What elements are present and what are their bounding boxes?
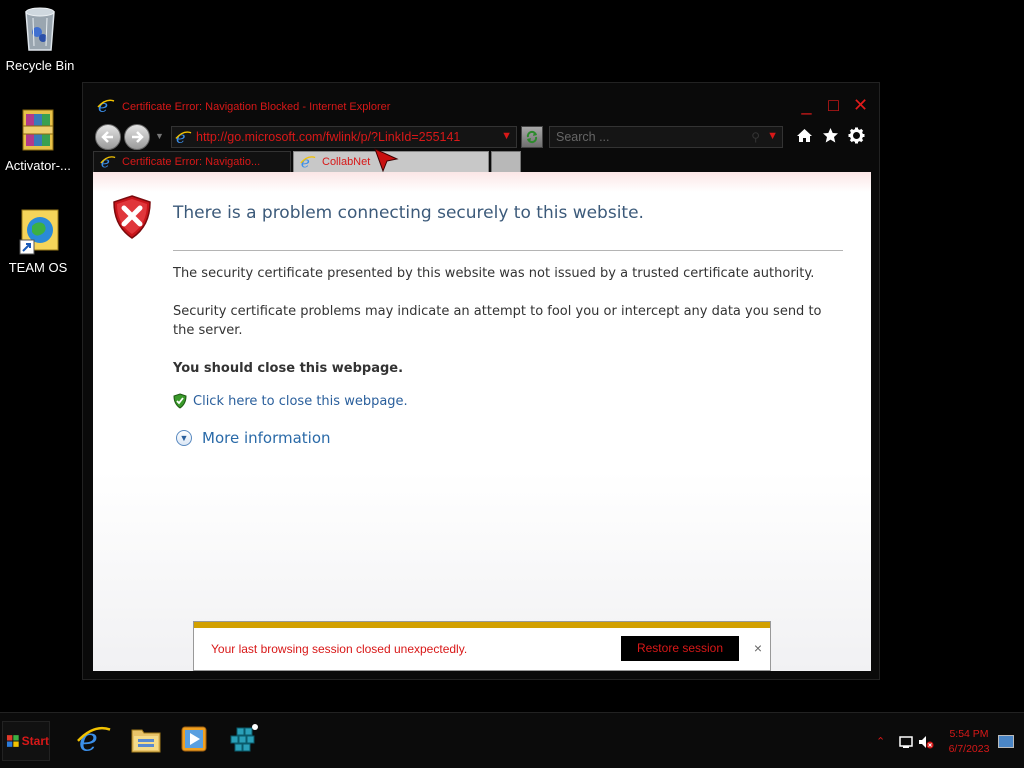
tab-page-icon: e bbox=[300, 153, 316, 171]
taskbar-cube-app[interactable] bbox=[222, 721, 266, 761]
globe-shortcut-icon bbox=[18, 208, 59, 256]
clock-time: 5:54 PM bbox=[949, 728, 989, 740]
tab-certificate-error[interactable]: e Certificate Error: Navigatio... bbox=[93, 151, 291, 173]
refresh-icon bbox=[526, 130, 538, 144]
taskbar-internet-explorer[interactable]: e bbox=[72, 720, 116, 761]
certificate-explanation: The security certificate presented by th… bbox=[173, 266, 815, 281]
svg-text:e: e bbox=[79, 722, 98, 756]
back-button[interactable] bbox=[95, 124, 121, 150]
navigation-bar: ▼ e http://go.microsoft.com/fwlink/p/?Li… bbox=[83, 121, 879, 151]
desktop-icon-team-os[interactable]: TEAM OS bbox=[0, 208, 78, 275]
minimize-button[interactable]: _ bbox=[798, 96, 815, 114]
desktop-icon-activator[interactable]: Activator-... bbox=[0, 106, 78, 173]
recommendation: You should close this webpage. bbox=[173, 361, 404, 376]
action-center-flag-icon[interactable] bbox=[898, 735, 914, 749]
internet-explorer-window: e Certificate Error: Navigation Blocked … bbox=[82, 82, 880, 680]
close-button[interactable]: ✕ bbox=[852, 96, 869, 114]
restore-session-button[interactable]: Restore session bbox=[621, 636, 739, 661]
address-bar[interactable]: e http://go.microsoft.com/fwlink/p/?Link… bbox=[171, 126, 517, 148]
window-title: Certificate Error: Navigation Blocked - … bbox=[122, 101, 391, 113]
taskbar-file-explorer[interactable] bbox=[124, 721, 168, 761]
maximize-button[interactable]: □ bbox=[825, 96, 842, 114]
desktop-icon-label: TEAM OS bbox=[8, 260, 68, 275]
tools-gear-icon[interactable] bbox=[848, 127, 865, 149]
compatibility-refresh-button[interactable] bbox=[521, 126, 543, 148]
address-dropdown-icon[interactable]: ▼ bbox=[501, 130, 512, 142]
page-content: There is a problem connecting securely t… bbox=[93, 172, 871, 671]
internet-explorer-icon: e bbox=[77, 720, 111, 761]
more-information-expander[interactable]: ▼ More information bbox=[176, 429, 331, 447]
security-warning: Security certificate problems may indica… bbox=[173, 304, 822, 338]
close-webpage-text[interactable]: Click here to close this webpage. bbox=[193, 394, 408, 409]
start-button[interactable]: Start bbox=[2, 721, 50, 761]
divider bbox=[173, 250, 843, 251]
forward-button[interactable] bbox=[124, 124, 150, 150]
desktop-icon-recycle-bin[interactable]: Recycle Bin bbox=[0, 6, 80, 73]
more-information-text[interactable]: More information bbox=[202, 429, 331, 447]
clock[interactable]: 5:54 PM 6/7/2023 bbox=[946, 727, 992, 757]
file-explorer-icon bbox=[130, 724, 162, 759]
windows-logo-icon bbox=[6, 735, 19, 747]
desktop-icon-label: Recycle Bin bbox=[5, 58, 75, 73]
chevron-down-icon[interactable]: ▼ bbox=[176, 430, 192, 446]
tab-page-icon: e bbox=[100, 153, 116, 171]
cube-app-icon bbox=[227, 722, 261, 761]
close-notification-button[interactable]: × bbox=[754, 640, 762, 656]
page-icon: e bbox=[175, 128, 192, 147]
media-player-icon bbox=[179, 724, 209, 759]
show-hidden-icons-button[interactable]: ⌃ bbox=[876, 735, 885, 748]
home-icon[interactable] bbox=[796, 127, 813, 149]
recent-pages-dropdown-icon[interactable]: ▼ bbox=[155, 131, 164, 141]
winrar-archive-icon bbox=[18, 106, 58, 154]
volume-muted-icon[interactable] bbox=[918, 735, 934, 749]
title-bar[interactable]: e Certificate Error: Navigation Blocked … bbox=[83, 83, 879, 125]
search-input[interactable]: Search ... bbox=[556, 130, 610, 144]
search-box[interactable]: Search ... ⚲ ▼ bbox=[549, 126, 783, 148]
recycle-bin-icon bbox=[20, 6, 60, 54]
taskbar: Start e ⌃ 5:54 PM 6/7/2023 bbox=[0, 712, 1024, 768]
desktop: Recycle Bin Activator-... TEAM OS e Cert… bbox=[0, 0, 1024, 768]
favorites-star-icon[interactable] bbox=[822, 127, 839, 149]
search-dropdown-icon[interactable]: ▼ bbox=[767, 130, 778, 142]
forward-arrow-icon bbox=[132, 131, 144, 143]
address-url[interactable]: http://go.microsoft.com/fwlink/p/?LinkId… bbox=[196, 130, 460, 144]
desktop-icon-label: Activator-... bbox=[5, 158, 71, 173]
back-arrow-icon bbox=[101, 131, 113, 143]
error-shield-icon bbox=[111, 194, 153, 240]
green-shield-icon bbox=[173, 393, 187, 409]
search-icon[interactable]: ⚲ bbox=[751, 130, 760, 144]
tab-label: Certificate Error: Navigatio... bbox=[122, 156, 261, 168]
new-tab-button[interactable] bbox=[491, 151, 521, 173]
start-label: Start bbox=[21, 734, 49, 748]
notification-bar: Your last browsing session closed unexpe… bbox=[193, 621, 771, 671]
notification-message: Your last browsing session closed unexpe… bbox=[211, 642, 468, 656]
tab-label: CollabNet bbox=[322, 156, 371, 168]
taskbar-media-player[interactable] bbox=[172, 721, 216, 761]
clock-date: 6/7/2023 bbox=[948, 743, 990, 755]
show-desktop-button[interactable] bbox=[998, 735, 1014, 748]
close-webpage-link[interactable]: Click here to close this webpage. bbox=[173, 393, 408, 409]
page-title: There is a problem connecting securely t… bbox=[173, 203, 644, 223]
internet-explorer-icon: e bbox=[97, 97, 115, 117]
tab-row: e Certificate Error: Navigatio... e Coll… bbox=[93, 151, 523, 173]
